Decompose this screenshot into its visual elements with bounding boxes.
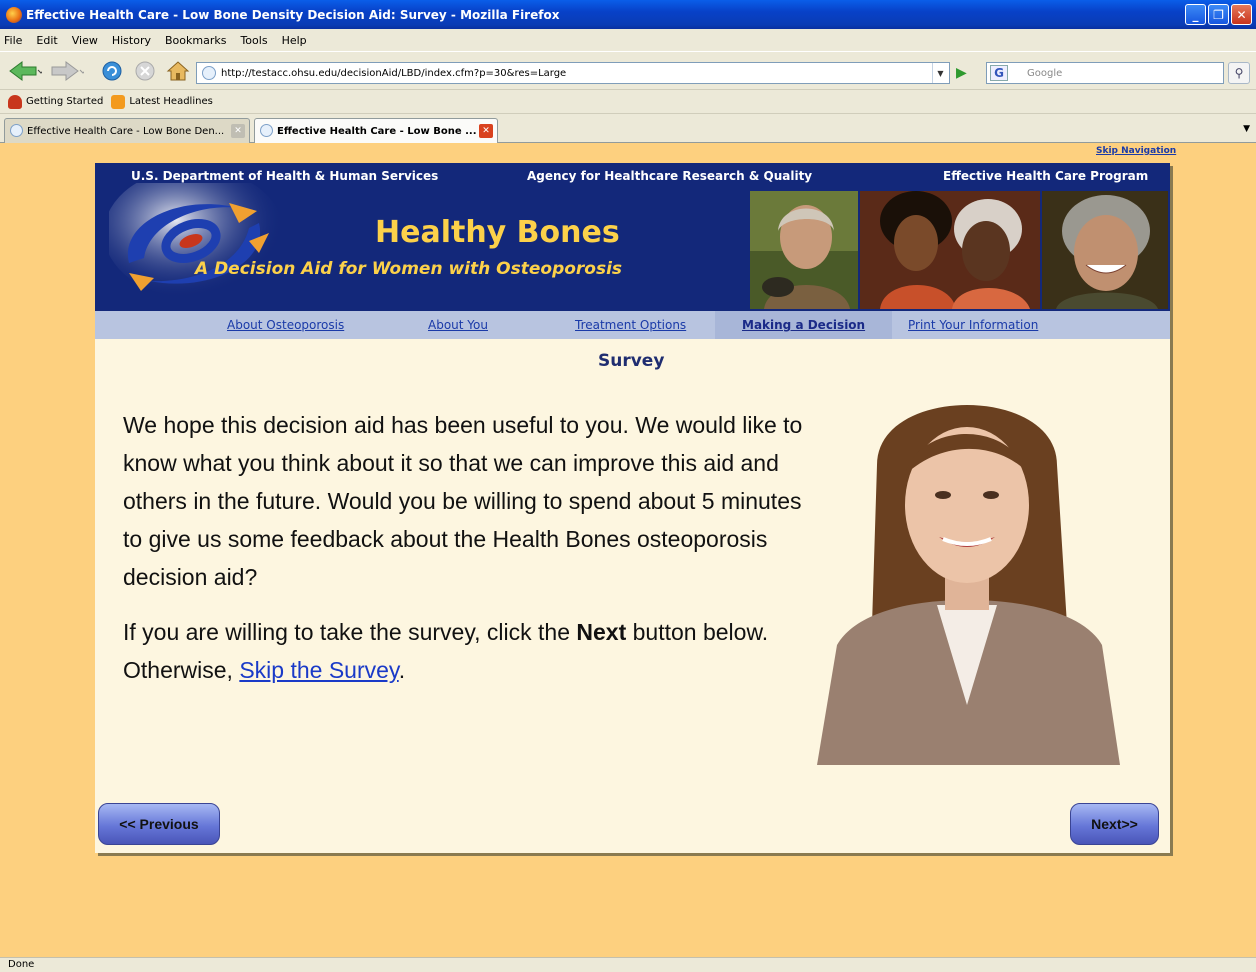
close-icon[interactable]: ✕: [1231, 4, 1252, 25]
reload-button[interactable]: [100, 60, 124, 82]
window-title: Effective Health Care - Low Bone Density…: [26, 7, 560, 22]
section-title: Survey: [598, 351, 665, 371]
hhs-label: U.S. Department of Health & Human Servic…: [131, 169, 439, 183]
main-navigation: About Osteoporosis About You Treatment O…: [95, 311, 1170, 339]
nav-about-you[interactable]: About You: [428, 318, 488, 332]
url-dropdown-icon[interactable]: ▼: [932, 63, 948, 83]
back-button[interactable]: [8, 60, 42, 82]
nav-about-osteoporosis[interactable]: About Osteoporosis: [227, 318, 344, 332]
survey-intro-paragraph: We hope this decision aid has been usefu…: [123, 412, 803, 590]
home-icon: [166, 61, 190, 81]
google-engine-icon[interactable]: G: [990, 65, 1008, 81]
previous-button[interactable]: << Previous: [98, 803, 220, 845]
header-photo-woman-1: [750, 191, 858, 309]
tab-list-icon[interactable]: ▼: [1243, 124, 1250, 134]
tab-bar: Effective Health Care - Low Bone Den... …: [0, 113, 1256, 144]
nav-print-your-information[interactable]: Print Your Information: [908, 318, 1038, 332]
rss-feed-icon: [111, 94, 126, 109]
header-photo-woman-3: [1042, 191, 1168, 309]
menu-bar: File Edit View History Bookmarks Tools H…: [0, 29, 1256, 51]
stop-button[interactable]: [134, 60, 156, 82]
header-photo-women-2: [860, 191, 1040, 309]
search-placeholder: Google: [1027, 67, 1063, 79]
instructions-end: .: [398, 657, 406, 683]
window-controls: _ ❐ ✕: [1185, 4, 1252, 25]
status-text: Done: [8, 959, 35, 970]
ahrq-label: Agency for Healthcare Research & Quality: [527, 169, 813, 183]
tab-2[interactable]: Effective Health Care - Low Bone ... ✕: [254, 118, 498, 144]
tab-page-icon: [260, 124, 273, 137]
nav-treatment-options[interactable]: Treatment Options: [575, 318, 686, 332]
content-panel: U.S. Department of Health & Human Servic…: [95, 163, 1170, 853]
site-title: Healthy Bones: [375, 215, 620, 250]
minimize-icon[interactable]: _: [1185, 4, 1206, 25]
menu-bookmarks[interactable]: Bookmarks: [165, 34, 226, 47]
navigation-toolbar: http://testacc.ohsu.edu/decisionAid/LBD/…: [0, 51, 1256, 89]
presenter-photo: [817, 395, 1120, 765]
menu-file[interactable]: File: [4, 34, 22, 47]
nav-making-a-decision[interactable]: Making a Decision: [742, 318, 865, 332]
tab-page-icon: [10, 124, 23, 137]
survey-instructions-paragraph: If you are willing to take the survey, c…: [123, 613, 813, 689]
go-button[interactable]: ▶: [956, 65, 967, 81]
skip-survey-link[interactable]: Skip the Survey: [239, 657, 398, 683]
bookmarks-toolbar: Getting Started Latest Headlines: [0, 89, 1256, 113]
ehc-program-label: Effective Health Care Program: [943, 169, 1149, 183]
tab-2-label: Effective Health Care - Low Bone ...: [277, 126, 477, 137]
menu-view[interactable]: View: [72, 34, 98, 47]
site-subtitle: A Decision Aid for Women with Osteoporos…: [195, 259, 623, 279]
search-icon[interactable]: ⚲: [1228, 62, 1250, 84]
firefox-icon: [6, 6, 22, 23]
tab-close-icon[interactable]: ✕: [479, 124, 493, 138]
instructions-next-bold: Next: [576, 619, 627, 645]
skip-navigation-link[interactable]: Skip Navigation: [1096, 146, 1176, 156]
restore-icon[interactable]: ❐: [1208, 4, 1229, 25]
home-button[interactable]: [166, 60, 190, 82]
tab-1-label: Effective Health Care - Low Bone Den...: [27, 125, 225, 137]
reload-icon: [102, 61, 122, 81]
survey-text: We hope this decision aid has been usefu…: [123, 406, 813, 706]
address-url: http://testacc.ohsu.edu/decisionAid/LBD/…: [221, 67, 567, 79]
menu-edit[interactable]: Edit: [36, 34, 57, 47]
menu-help[interactable]: Help: [282, 34, 307, 47]
page-viewport: Skip Navigation U.S. Department of Healt…: [0, 143, 1256, 957]
search-box[interactable]: G Google: [986, 62, 1224, 84]
ehc-logo-icon: [109, 183, 284, 298]
status-bar: Done: [0, 957, 1256, 972]
window-titlebar: Effective Health Care - Low Bone Density…: [0, 0, 1256, 29]
menu-history[interactable]: History: [112, 34, 151, 47]
getting-started-icon: [8, 94, 22, 109]
address-bar[interactable]: http://testacc.ohsu.edu/decisionAid/LBD/…: [196, 62, 950, 84]
menu-tools[interactable]: Tools: [240, 34, 267, 47]
forward-arrow-icon: [51, 61, 84, 81]
bookmark-getting-started[interactable]: Getting Started: [26, 96, 103, 107]
next-button[interactable]: Next>>: [1070, 803, 1159, 845]
bookmark-latest-headlines[interactable]: Latest Headlines: [129, 96, 213, 107]
site-header: U.S. Department of Health & Human Servic…: [95, 163, 1170, 311]
back-arrow-icon: [9, 61, 42, 81]
stop-icon: [135, 61, 155, 81]
tab-1[interactable]: Effective Health Care - Low Bone Den... …: [4, 118, 250, 143]
forward-button[interactable]: [50, 60, 84, 82]
instructions-pre: If you are willing to take the survey, c…: [123, 619, 577, 645]
tab-close-icon[interactable]: ✕: [231, 124, 245, 138]
page-icon: [202, 66, 216, 80]
